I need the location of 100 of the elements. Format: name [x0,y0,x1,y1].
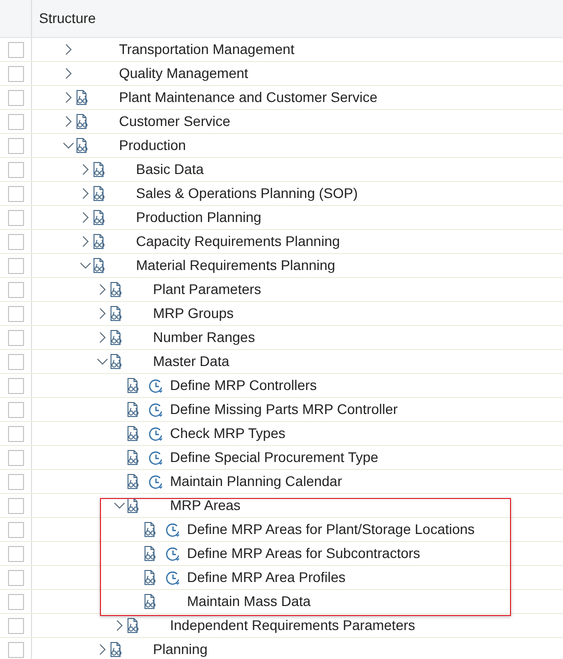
row-checkbox[interactable] [8,162,24,178]
tree-node-label[interactable]: Maintain Planning Calendar [170,471,342,492]
document-glasses-icon [142,568,157,586]
document-glasses-icon [142,592,157,610]
chevron-right-icon[interactable] [97,284,108,294]
row-checkbox[interactable] [8,426,24,442]
document-glasses-icon [125,448,140,466]
tree-node-label[interactable]: Define MRP Area Profiles [187,567,346,588]
row-checkbox[interactable] [8,594,24,610]
row-checkbox[interactable] [8,306,24,322]
row-checkbox[interactable] [8,234,24,250]
tree-node-label[interactable]: Plant Maintenance and Customer Service [119,87,378,108]
chevron-right-icon[interactable] [63,68,74,78]
row-checkbox[interactable] [8,522,24,538]
document-glasses-icon [142,544,157,562]
chevron-right-icon[interactable] [97,308,108,318]
tree-node-label[interactable]: Define MRP Areas for Plant/Storage Locations [187,519,475,540]
clock-icon [165,546,181,562]
clock-icon [148,378,164,394]
document-glasses-icon [125,376,140,394]
tree-node-label[interactable]: Production Planning [136,207,262,228]
document-glasses-icon [74,136,89,154]
tree-node-label[interactable]: Material Requirements Planning [136,255,336,276]
row-checkbox[interactable] [8,498,24,514]
chevron-right-icon[interactable] [114,620,125,630]
tree-node-label[interactable]: Master Data [153,351,230,372]
document-glasses-icon [91,232,106,250]
row-checkbox[interactable] [8,258,24,274]
tree-node-label[interactable]: Number Ranges [153,327,255,348]
chevron-right-icon[interactable] [97,332,108,342]
row-checkbox[interactable] [8,210,24,226]
row-checkbox[interactable] [8,450,24,466]
document-glasses-icon [108,352,123,370]
document-glasses-icon [108,280,123,298]
tree-node-label[interactable]: Maintain Mass Data [187,591,311,612]
row-checkbox[interactable] [8,402,24,418]
chevron-down-icon[interactable] [97,356,108,366]
chevron-right-icon[interactable] [80,188,91,198]
tree-node-label[interactable]: Define Special Procurement Type [170,447,378,468]
row-checkbox[interactable] [8,282,24,298]
chevron-right-icon[interactable] [80,236,91,246]
chevron-right-icon[interactable] [97,644,108,654]
chevron-down-icon[interactable] [80,260,91,270]
row-checkbox[interactable] [8,546,24,562]
row-checkbox[interactable] [8,378,24,394]
tree-node-label[interactable]: Check MRP Types [170,423,286,444]
chevron-right-icon[interactable] [80,212,91,222]
clock-icon [148,450,164,466]
document-glasses-icon [74,112,89,130]
tree-node-label[interactable]: Independent Requirements Parameters [170,615,416,636]
tree-node-label[interactable]: MRP Groups [153,303,234,324]
tree-node-label[interactable]: Define MRP Controllers [170,375,317,396]
row-checkbox[interactable] [8,42,24,58]
chevron-down-icon[interactable] [63,140,74,150]
chevron-right-icon[interactable] [63,44,74,54]
clock-icon [165,570,181,586]
row-checkbox[interactable] [8,114,24,130]
row-checkbox[interactable] [8,330,24,346]
chevron-right-icon[interactable] [80,164,91,174]
tree-node-label[interactable]: Capacity Requirements Planning [136,231,340,252]
document-glasses-icon [91,256,106,274]
column-header: Structure [39,9,96,28]
tree-node-label[interactable]: Production [119,135,186,156]
clock-icon [148,474,164,490]
tree-node-label[interactable]: Plant Parameters [153,279,262,300]
row-checkbox[interactable] [8,618,24,634]
tree-node-label[interactable]: Sales & Operations Planning (SOP) [136,183,358,204]
tree-node-label[interactable]: Customer Service [119,111,230,132]
tree-node-label[interactable]: Planning [153,639,208,659]
row-checkbox[interactable] [8,474,24,490]
tree-node-label[interactable]: Transportation Management [119,39,294,60]
tree-node-label[interactable]: Define Missing Parts MRP Controller [170,399,398,420]
document-glasses-icon [108,304,123,322]
clock-icon [165,522,181,538]
tree-node-label[interactable]: Basic Data [136,159,204,180]
row-checkbox[interactable] [8,570,24,586]
clock-icon [148,426,164,442]
document-glasses-icon [125,400,140,418]
row-checkbox[interactable] [8,66,24,82]
document-glasses-icon [91,208,106,226]
document-glasses-icon [91,184,106,202]
chevron-down-icon[interactable] [114,500,125,510]
tree-node-label[interactable]: Define MRP Areas for Subcontractors [187,543,420,564]
row-checkbox[interactable] [8,138,24,154]
chevron-right-icon[interactable] [63,116,74,126]
row-checkbox[interactable] [8,90,24,106]
tree-node-label[interactable]: Quality Management [119,63,248,84]
tree-node-label[interactable]: MRP Areas [170,495,241,516]
document-glasses-icon [91,160,106,178]
clock-icon [148,402,164,418]
document-glasses-icon [108,640,123,658]
chevron-right-icon[interactable] [63,92,74,102]
document-glasses-icon [74,88,89,106]
document-glasses-icon [142,520,157,538]
row-checkbox[interactable] [8,186,24,202]
document-glasses-icon [125,616,140,634]
document-glasses-icon [108,328,123,346]
document-glasses-icon [125,472,140,490]
row-checkbox[interactable] [8,354,24,370]
row-checkbox[interactable] [8,642,24,658]
